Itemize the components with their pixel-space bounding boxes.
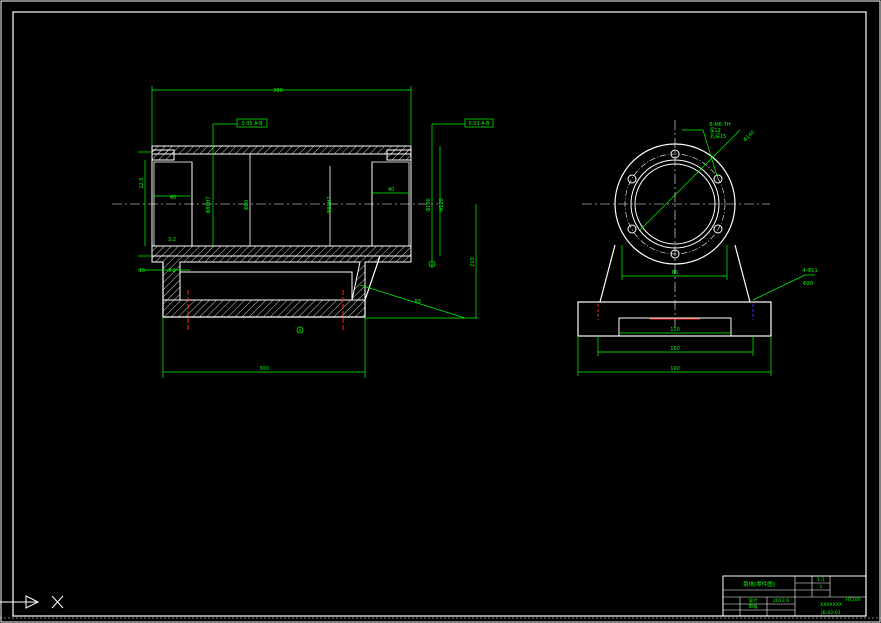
title-block-scale: 1:1: [817, 577, 824, 583]
dim-base-total: 190: [670, 366, 680, 372]
dim-height: 210: [470, 257, 476, 267]
front-dimensions: [138, 86, 478, 378]
right-boss: [386, 149, 412, 161]
gdt-left: 0.05 A-B: [241, 121, 263, 127]
datum-b: B: [431, 262, 434, 267]
barrel-top-wall: [151, 145, 412, 155]
side-view[interactable]: 6-M6-7H 深12 孔深15 Φ140 80 110 160 190 4-Φ…: [577, 120, 818, 376]
dim-base-length: 300: [259, 366, 269, 372]
dim-overall-length: 380: [273, 88, 283, 94]
ucs-icon: X: [0, 595, 64, 609]
dim-inner-right: 40: [388, 187, 394, 193]
base-plate-section: [162, 299, 366, 318]
base-note-2: Φ20: [803, 281, 813, 287]
title-block-school: XXXXXXX: [820, 602, 842, 608]
front-section-view[interactable]: 380 300 0.05 A-B 0.03 A-B 40 40 Φ80H7 Φ8…: [112, 86, 494, 378]
dim-left-d: 3.2: [168, 268, 176, 274]
dim-inner-left: 40: [170, 195, 176, 201]
title-block-drawn: 设计: [748, 597, 758, 604]
left-boss: [151, 149, 175, 161]
base-note: 4-Φ11: [802, 268, 817, 274]
drawing-frame: [0, 0, 881, 623]
barrel-bottom-wall: [151, 245, 412, 257]
datum-a: A: [299, 328, 302, 333]
dim-base-inner: 160: [670, 346, 680, 352]
leader-note: R5: [415, 299, 422, 305]
title-block-check: 审核: [748, 603, 758, 610]
dim-bore-mid: Φ80: [244, 200, 250, 210]
pcd-label: Φ140: [742, 129, 756, 143]
title-block-material: HT200: [845, 597, 860, 603]
title-block-drawing-no: JB-02-01: [820, 610, 841, 616]
base-cavity: [179, 271, 353, 301]
dim-left-b: 3.2: [168, 237, 176, 243]
title-block-qty: 1: [820, 584, 823, 590]
cad-drawing-canvas[interactable]: 380 300 0.05 A-B 0.03 A-B 40 40 Φ80H7 Φ8…: [0, 0, 881, 623]
hole-note-2: 深12: [709, 127, 720, 134]
hole-note-3: 孔深15: [710, 133, 726, 140]
dim-left-c: 15: [139, 268, 145, 274]
dim-left-a: 12.5: [139, 177, 145, 188]
title-block[interactable]: 泵体[零件图] 1:1 1 HT200 设计 2013.6 审核 XXXXXXX…: [722, 575, 867, 617]
dim-outer-b: Φ120: [439, 198, 445, 211]
title-block-title: 泵体[零件图]: [743, 580, 775, 588]
gdt-right: 0.03 A-B: [468, 121, 490, 127]
dim-bore-left: Φ80H7: [206, 196, 212, 213]
dim-outer-a: Φ100: [426, 198, 432, 211]
dim-slot: 110: [670, 327, 680, 333]
dim-span-upper: 80: [672, 270, 678, 276]
dim-bore-right: Φ80H7: [327, 196, 333, 213]
title-block-date: 2013.6: [773, 598, 789, 604]
side-dimensions: [577, 129, 815, 376]
